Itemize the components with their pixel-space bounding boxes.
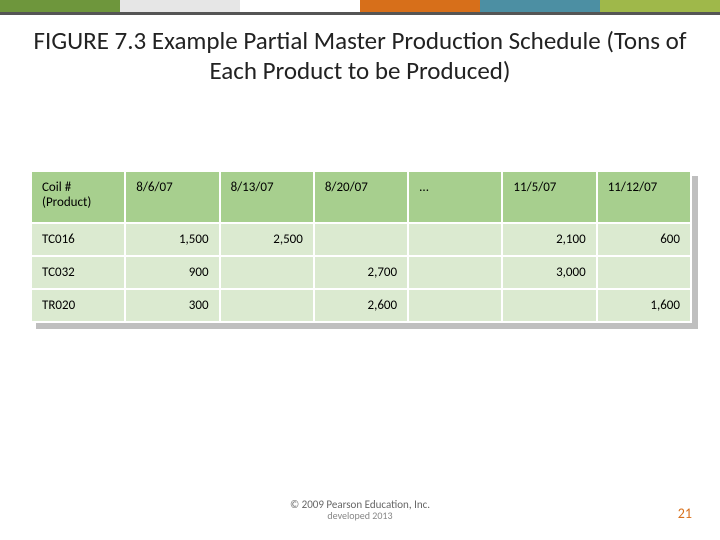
col-date-1: 8/6/07: [125, 171, 219, 223]
col-ellipsis: ...: [408, 171, 502, 223]
col-product: Coil #(Product): [31, 171, 125, 223]
footer-copyright: © 2009 Pearson Education, Inc. developed…: [0, 498, 720, 522]
schedule-table-container: Coil #(Product) 8/6/07 8/13/07 8/20/07 .…: [30, 170, 692, 323]
cell-value: [220, 289, 314, 322]
cell-value: [502, 289, 596, 322]
cell-product: TC016: [31, 223, 125, 256]
cell-value: 3,000: [502, 256, 596, 289]
cell-value: [408, 289, 502, 322]
page-number: 21: [678, 505, 692, 522]
cell-value: 300: [125, 289, 219, 322]
table-row: TC016 1,500 2,500 2,100 600: [31, 223, 691, 256]
cell-value: 1,500: [125, 223, 219, 256]
table-header-row: Coil #(Product) 8/6/07 8/13/07 8/20/07 .…: [31, 171, 691, 223]
figure-title: FIGURE 7.3 Example Partial Master Produc…: [0, 26, 720, 86]
cell-value: 900: [125, 256, 219, 289]
cell-value: [220, 256, 314, 289]
col-date-5: 11/12/07: [597, 171, 691, 223]
cell-value: 2,100: [502, 223, 596, 256]
cell-value: 600: [597, 223, 691, 256]
cell-value: [597, 256, 691, 289]
col-date-2: 8/13/07: [220, 171, 314, 223]
cell-value: [314, 223, 408, 256]
cell-value: [408, 223, 502, 256]
cell-product: TC032: [31, 256, 125, 289]
cell-value: 2,700: [314, 256, 408, 289]
decorative-underline: [0, 12, 720, 15]
decorative-color-bar: [0, 0, 720, 12]
col-date-4: 11/5/07: [502, 171, 596, 223]
cell-value: [408, 256, 502, 289]
cell-product: TR020: [31, 289, 125, 322]
table-row: TR020 300 2,600 1,600: [31, 289, 691, 322]
cell-value: 2,500: [220, 223, 314, 256]
schedule-table: Coil #(Product) 8/6/07 8/13/07 8/20/07 .…: [30, 170, 692, 323]
col-date-3: 8/20/07: [314, 171, 408, 223]
cell-value: 1,600: [597, 289, 691, 322]
table-row: TC032 900 2,700 3,000: [31, 256, 691, 289]
cell-value: 2,600: [314, 289, 408, 322]
